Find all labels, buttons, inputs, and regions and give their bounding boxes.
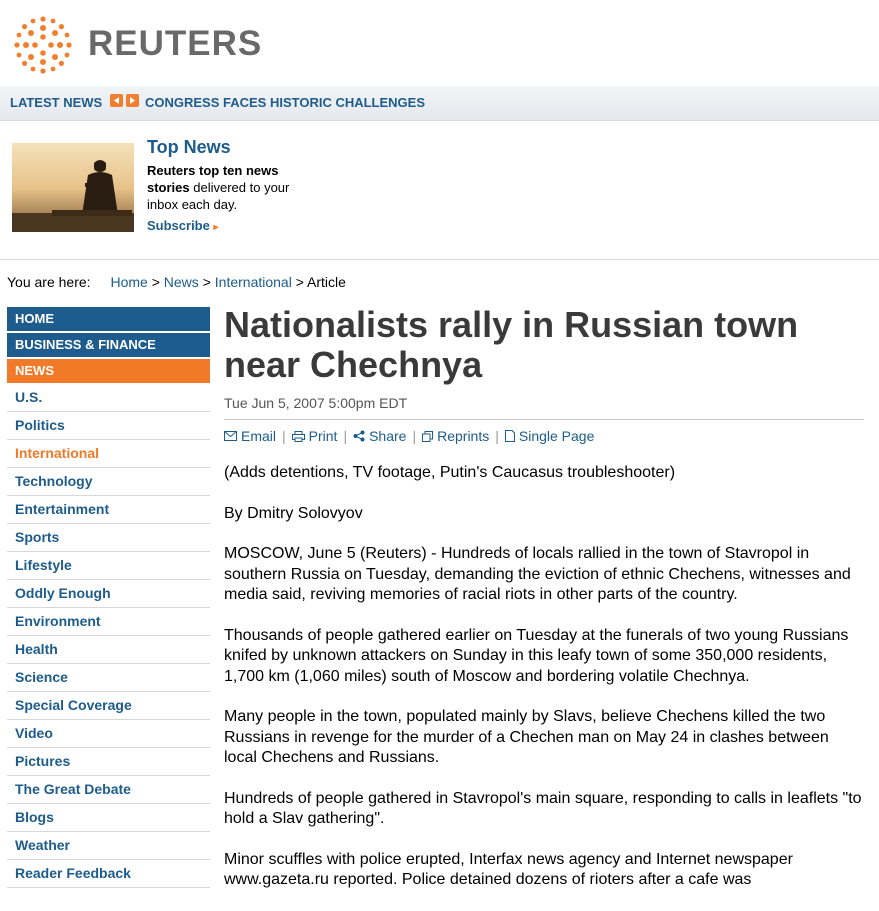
breadcrumb-news[interactable]: News — [164, 274, 199, 290]
previous-arrow-icon[interactable] — [110, 94, 123, 107]
soldier-silhouette-image[interactable] — [12, 143, 134, 232]
article-paragraph: MOSCOW, June 5 (Reuters) - Hundreds of l… — [224, 545, 851, 603]
breadcrumb-separator: > — [295, 274, 304, 290]
share-button[interactable]: Share — [353, 428, 406, 444]
sidebar-main-home[interactable]: HOME — [7, 307, 210, 331]
sidebar-item-blogs[interactable]: Blogs — [7, 805, 210, 832]
sidebar-item-environment[interactable]: Environment — [7, 609, 210, 636]
reprints-button[interactable]: Reprints — [422, 428, 489, 444]
breadcrumb-international[interactable]: International — [215, 274, 292, 290]
printer-icon — [291, 430, 305, 442]
envelope-icon — [224, 431, 237, 441]
sidebar-item-lifestyle[interactable]: Lifestyle — [7, 553, 210, 580]
promo-description: Reuters top ten news stories delivered t… — [147, 162, 317, 213]
print-label: Print — [308, 428, 338, 444]
caret-right-icon: ▸ — [213, 222, 219, 233]
sidebar-item-international[interactable]: International — [7, 441, 210, 468]
sidebar-main-news[interactable]: NEWS — [7, 359, 210, 383]
email-label: Email — [241, 428, 277, 444]
share-label: Share — [369, 428, 407, 444]
breadcrumb: You are here: Home > News > Internationa… — [7, 274, 346, 290]
sidebar-item-us[interactable]: U.S. — [7, 385, 210, 412]
sidebar-item-politics[interactable]: Politics — [7, 413, 210, 440]
latest-news-label: LATEST NEWS — [10, 95, 103, 110]
reuters-logo-icon[interactable] — [12, 14, 74, 81]
breadcrumb-separator: > — [202, 274, 211, 290]
sidebar-item-great-debate[interactable]: The Great Debate — [7, 777, 210, 804]
subscribe-link[interactable]: Subscribe ▸ — [147, 218, 219, 233]
breadcrumb-label: You are here: — [7, 274, 91, 290]
email-button[interactable]: Email — [224, 428, 276, 444]
single-page-icon — [504, 430, 515, 442]
article-tools: Email | Print | Share | Reprints | Singl… — [224, 428, 864, 444]
article-byline: By Dmitry Solovyov — [224, 504, 363, 522]
sidebar-item-entertainment[interactable]: Entertainment — [7, 497, 210, 524]
sidebar-item-health[interactable]: Health — [7, 637, 210, 664]
article-paragraph: Many people in the town, populated mainl… — [224, 708, 829, 766]
article-date: Tue Jun 5, 2007 5:00pm EDT — [224, 395, 864, 420]
reuters-wordmark[interactable]: REUTERS — [88, 24, 262, 64]
latest-news-headline[interactable]: CONGRESS FACES HISTORIC CHALLENGES — [145, 95, 425, 110]
sidebar-item-sports[interactable]: Sports — [7, 525, 210, 552]
latest-news-bar: LATEST NEWS CONGRESS FACES HISTORIC CHAL… — [0, 86, 879, 121]
site-header: REUTERS — [0, 0, 879, 86]
tool-divider: | — [495, 428, 499, 444]
top-news-promo: Top News Reuters top ten news stories de… — [0, 121, 879, 260]
sidebar-item-oddly-enough[interactable]: Oddly Enough — [7, 581, 210, 608]
article-paragraph: (Adds detentions, TV footage, Putin's Ca… — [224, 464, 676, 481]
tool-divider: | — [282, 428, 286, 444]
reprints-icon — [422, 430, 434, 442]
tool-divider: | — [343, 428, 348, 444]
sidebar-item-pictures[interactable]: Pictures — [7, 749, 210, 776]
sidebar-item-video[interactable]: Video — [7, 721, 210, 748]
article-headline: Nationalists rally in Russian town near … — [224, 304, 799, 385]
article-paragraph: Hundreds of people gathered in Stavropol… — [224, 789, 862, 828]
print-button[interactable]: Print — [291, 428, 338, 444]
article-paragraph: Minor scuffles with police erupted, Inte… — [224, 850, 793, 889]
sidebar-item-special-coverage[interactable]: Special Coverage — [7, 693, 210, 720]
single-page-button[interactable]: Single Page — [504, 428, 595, 444]
breadcrumb-current: Article — [307, 274, 346, 290]
sidebar-main-business-finance[interactable]: BUSINESS & FINANCE — [7, 333, 210, 357]
article: Nationalists rally in Russian town near … — [224, 305, 864, 911]
single-page-label: Single Page — [518, 428, 595, 444]
breadcrumb-home[interactable]: Home — [110, 274, 147, 290]
promo-title[interactable]: Top News — [147, 137, 231, 158]
breadcrumb-separator: > — [151, 274, 160, 290]
article-paragraph: Thousands of people gathered earlier on … — [224, 626, 849, 685]
reprints-label: Reprints — [437, 428, 490, 444]
sidebar-item-technology[interactable]: Technology — [7, 469, 210, 496]
sidebar-item-weather[interactable]: Weather — [7, 833, 210, 860]
sidebar-nav: HOME BUSINESS & FINANCE NEWS U.S. Politi… — [7, 307, 210, 888]
share-icon — [353, 430, 365, 442]
article-body: (Adds detentions, TV footage, Putin's Ca… — [224, 463, 864, 891]
next-arrow-icon[interactable] — [126, 94, 139, 107]
tool-divider: | — [412, 428, 417, 444]
subscribe-label: Subscribe — [147, 218, 210, 233]
sidebar-item-science[interactable]: Science — [7, 665, 210, 692]
sidebar-item-reader-feedback[interactable]: Reader Feedback — [7, 861, 210, 888]
